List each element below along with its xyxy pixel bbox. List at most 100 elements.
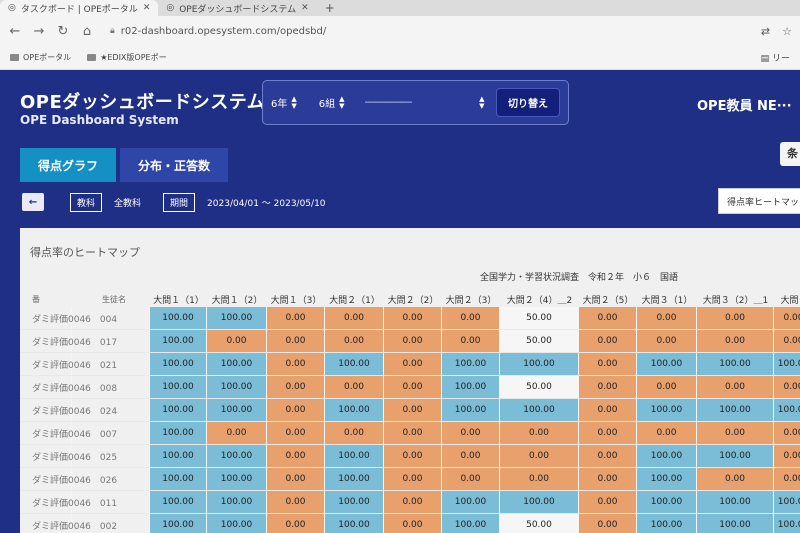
score-cell[interactable]: 100.00 xyxy=(697,445,774,467)
score-cell[interactable]: 0.00 xyxy=(579,468,637,490)
score-cell[interactable]: 100.00 xyxy=(637,468,697,490)
score-cell[interactable]: 0.00 xyxy=(579,445,637,467)
column-header[interactable]: 大問３（1） xyxy=(637,292,697,307)
column-header[interactable]: 大問３（2）＿1 xyxy=(697,292,774,307)
score-cell[interactable]: 100.00 xyxy=(150,445,207,467)
score-cell[interactable]: 100.00 xyxy=(500,399,579,421)
score-cell[interactable]: 100.00 xyxy=(697,353,774,375)
score-cell[interactable]: 100.00 xyxy=(325,445,384,467)
score-cell[interactable]: 100.00 xyxy=(207,514,267,533)
score-cell[interactable]: 100.00 xyxy=(774,353,800,375)
score-cell[interactable]: 0.00 xyxy=(442,445,500,467)
score-cell[interactable]: 0.00 xyxy=(384,514,442,533)
score-cell[interactable]: 100.00 xyxy=(637,445,697,467)
score-cell[interactable]: 100.00 xyxy=(150,422,207,444)
close-icon[interactable]: ✕ xyxy=(143,3,151,13)
score-cell[interactable]: 0.00 xyxy=(384,307,442,329)
score-cell[interactable]: 0.00 xyxy=(774,422,800,444)
score-cell[interactable]: 0.00 xyxy=(637,330,697,352)
subject-select[interactable]: ------------------ ▲ ▼ xyxy=(365,95,485,110)
score-cell[interactable]: 0.00 xyxy=(384,376,442,398)
score-cell[interactable]: 0.00 xyxy=(637,307,697,329)
column-header[interactable]: 大問２（4）＿2 xyxy=(500,292,579,307)
class-select[interactable]: 6組 ▲ ▼ xyxy=(319,95,345,110)
score-cell[interactable]: 0.00 xyxy=(579,422,637,444)
score-cell[interactable]: 50.00 xyxy=(500,330,579,352)
back-button[interactable]: ← xyxy=(22,193,44,211)
score-cell[interactable]: 100.00 xyxy=(774,491,800,513)
score-cell[interactable]: 0.00 xyxy=(325,307,384,329)
score-cell[interactable]: 100.00 xyxy=(774,399,800,421)
score-cell[interactable]: 100.00 xyxy=(207,307,267,329)
score-cell[interactable]: 100.00 xyxy=(325,491,384,513)
column-header[interactable]: 大問２（5） xyxy=(579,292,637,307)
score-cell[interactable]: 50.00 xyxy=(500,307,579,329)
score-cell[interactable]: 0.00 xyxy=(774,445,800,467)
score-cell[interactable]: 0.00 xyxy=(774,307,800,329)
score-cell[interactable]: 50.00 xyxy=(500,376,579,398)
score-cell[interactable]: 0.00 xyxy=(207,422,267,444)
browser-tab-dashboard[interactable]: ◎ OPEダッシュボードシステム ✕ xyxy=(158,0,316,16)
score-cell[interactable]: 100.00 xyxy=(697,399,774,421)
score-cell[interactable]: 0.00 xyxy=(267,399,325,421)
score-cell[interactable]: 0.00 xyxy=(697,422,774,444)
tab-distribution[interactable]: 分布・正答数 xyxy=(120,148,229,182)
score-cell[interactable]: 0.00 xyxy=(500,445,579,467)
score-cell[interactable]: 0.00 xyxy=(774,376,800,398)
score-cell[interactable]: 100.00 xyxy=(637,514,697,533)
score-cell[interactable]: 100.00 xyxy=(150,399,207,421)
score-cell[interactable]: 0.00 xyxy=(442,330,500,352)
condition-button[interactable]: 条 xyxy=(780,142,800,166)
score-cell[interactable]: 100.00 xyxy=(697,514,774,533)
score-cell[interactable]: 0.00 xyxy=(267,422,325,444)
translate-icon[interactable]: ⇄ xyxy=(761,25,770,38)
switch-button[interactable]: 切り替え xyxy=(496,88,560,117)
score-cell[interactable]: 0.00 xyxy=(697,376,774,398)
score-cell[interactable]: 50.00 xyxy=(500,514,579,533)
tab-score-graph[interactable]: 得点グラフ xyxy=(20,148,117,182)
score-cell[interactable]: 0.00 xyxy=(384,422,442,444)
score-cell[interactable]: 0.00 xyxy=(267,514,325,533)
score-cell[interactable]: 100.00 xyxy=(150,307,207,329)
score-cell[interactable]: 100.00 xyxy=(442,491,500,513)
score-cell[interactable]: 100.00 xyxy=(150,468,207,490)
score-cell[interactable]: 0.00 xyxy=(697,307,774,329)
score-cell[interactable]: 0.00 xyxy=(579,491,637,513)
score-cell[interactable]: 100.00 xyxy=(207,491,267,513)
score-cell[interactable]: 0.00 xyxy=(774,468,800,490)
column-header[interactable]: 大問２（1） xyxy=(325,292,384,307)
home-icon[interactable]: ⌂ xyxy=(80,24,94,39)
score-cell[interactable]: 100.00 xyxy=(207,445,267,467)
score-cell[interactable]: 0.00 xyxy=(579,514,637,533)
score-cell[interactable]: 0.00 xyxy=(325,330,384,352)
score-cell[interactable]: 100.00 xyxy=(325,468,384,490)
score-cell[interactable]: 100.00 xyxy=(325,353,384,375)
score-cell[interactable]: 100.00 xyxy=(207,353,267,375)
score-cell[interactable]: 0.00 xyxy=(442,468,500,490)
score-cell[interactable]: 100.00 xyxy=(150,376,207,398)
score-cell[interactable]: 100.00 xyxy=(500,353,579,375)
column-header[interactable]: 大問１（1） xyxy=(150,292,207,307)
score-cell[interactable]: 100.00 xyxy=(150,330,207,352)
star-icon[interactable]: ☆ xyxy=(782,25,792,38)
score-cell[interactable]: 100.00 xyxy=(150,491,207,513)
reading-list[interactable]: ▤ リー xyxy=(761,51,790,64)
score-cell[interactable]: 0.00 xyxy=(384,468,442,490)
score-cell[interactable]: 0.00 xyxy=(384,445,442,467)
user-name[interactable]: OPE教員 NE··· xyxy=(697,95,792,114)
score-cell[interactable]: 0.00 xyxy=(579,376,637,398)
score-cell[interactable]: 0.00 xyxy=(442,422,500,444)
score-cell[interactable]: 0.00 xyxy=(697,468,774,490)
score-cell[interactable]: 0.00 xyxy=(774,330,800,352)
score-cell[interactable]: 0.00 xyxy=(384,399,442,421)
score-cell[interactable]: 100.00 xyxy=(150,514,207,533)
score-cell[interactable]: 0.00 xyxy=(579,307,637,329)
score-cell[interactable]: 100.00 xyxy=(442,376,500,398)
score-cell[interactable]: 0.00 xyxy=(267,376,325,398)
column-header[interactable]: 大問２（3） xyxy=(442,292,500,307)
score-cell[interactable]: 100.00 xyxy=(150,353,207,375)
score-cell[interactable]: 0.00 xyxy=(267,468,325,490)
score-cell[interactable]: 100.00 xyxy=(697,491,774,513)
score-cell[interactable]: 0.00 xyxy=(637,376,697,398)
score-cell[interactable]: 0.00 xyxy=(637,422,697,444)
